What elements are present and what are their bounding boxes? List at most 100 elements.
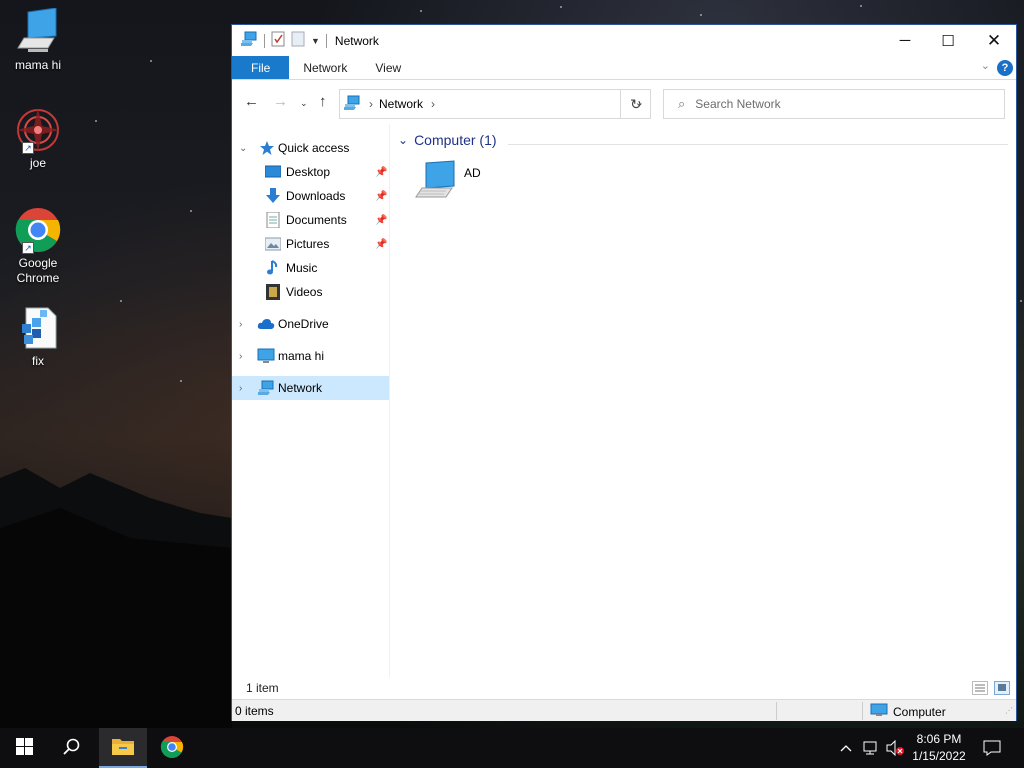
tab-file[interactable]: File xyxy=(232,56,290,79)
status-separator xyxy=(776,702,777,720)
start-button[interactable] xyxy=(0,728,48,768)
sidebar-item-downloads[interactable]: Downloads 📌 xyxy=(232,184,389,208)
desktop-icon-joe[interactable]: ↗ joe xyxy=(6,106,70,171)
network-icon xyxy=(240,31,258,50)
action-center-icon[interactable] xyxy=(978,728,1006,768)
computer-icon xyxy=(870,703,888,720)
pin-icon[interactable]: 📌 xyxy=(375,167,387,178)
film-strip-icon xyxy=(265,284,281,300)
expand-chevron-icon[interactable]: › xyxy=(239,383,242,394)
help-icon[interactable]: ? xyxy=(997,60,1013,76)
details-status-bar: 0 items Computer ⋰ xyxy=(232,699,1016,721)
toolbar-separator xyxy=(264,33,265,48)
search-icon: ⌕ xyxy=(678,96,686,111)
sidebar-item-label: Downloads xyxy=(286,189,346,203)
toolbar-separator xyxy=(325,33,327,48)
desktop-icon-label: joe xyxy=(29,156,46,170)
item-count: 1 item xyxy=(246,681,279,695)
details-view-icon[interactable] xyxy=(972,681,988,695)
desktop-icon-mama-hi[interactable]: mama hi xyxy=(6,7,70,73)
expand-ribbon-chevron-icon[interactable]: ⌄ xyxy=(981,59,990,72)
sidebar-item-label: Music xyxy=(286,261,318,275)
sidebar-item-label: Desktop xyxy=(286,165,331,179)
search-input[interactable] xyxy=(695,97,976,111)
network-icon xyxy=(257,380,274,396)
desktop-icon-label: fix xyxy=(32,354,44,368)
quick-access-toolbar: ▼ xyxy=(232,31,327,50)
up-arrow-icon[interactable]: ↑ xyxy=(319,93,327,110)
group-header[interactable]: ⌄ Computer (1) xyxy=(398,132,497,148)
resize-grip-icon[interactable]: ⋰ xyxy=(1005,706,1013,715)
refresh-button[interactable]: ↻ xyxy=(620,89,651,119)
properties-icon[interactable] xyxy=(271,31,285,50)
volume-muted-icon[interactable] xyxy=(884,728,906,768)
network-tray-icon[interactable] xyxy=(860,728,882,768)
breadcrumb-network[interactable]: Network xyxy=(379,97,423,111)
taskbar: 8:06 PM 1/15/2022 xyxy=(0,728,1024,768)
computer-icon xyxy=(14,7,62,56)
clock-time: 8:06 PM xyxy=(916,732,962,746)
taskbar-chrome[interactable] xyxy=(148,728,196,768)
sidebar-item-videos[interactable]: Videos xyxy=(232,280,389,304)
address-bar[interactable]: › Network › ⌄ xyxy=(339,89,651,119)
group-header-label: Computer (1) xyxy=(414,132,497,148)
status-separator xyxy=(862,702,863,720)
tab-network[interactable]: Network xyxy=(289,56,361,79)
back-arrow-icon[interactable]: ← xyxy=(244,93,259,110)
sidebar-item-music[interactable]: Music xyxy=(232,256,389,280)
new-folder-icon[interactable] xyxy=(291,31,305,50)
collapse-chevron-icon[interactable]: ⌄ xyxy=(239,143,247,154)
sidebar-item-this-pc[interactable]: › mama hi xyxy=(232,344,389,368)
sidebar-item-documents[interactable]: Documents 📌 xyxy=(232,208,389,232)
shortcut-arrow-icon: ↗ xyxy=(22,142,34,154)
cloud-icon xyxy=(257,316,275,332)
clock[interactable]: 8:06 PM 1/15/2022 xyxy=(906,731,972,765)
recent-locations-chevron-icon[interactable]: ⌄ xyxy=(300,98,308,109)
pin-icon[interactable]: 📌 xyxy=(375,215,387,226)
sidebar-item-label: Network xyxy=(278,381,323,395)
tab-view[interactable]: View xyxy=(361,56,415,79)
expand-chevron-icon[interactable]: › xyxy=(239,351,242,362)
computer-icon xyxy=(257,348,275,364)
sidebar-item-network[interactable]: › Network xyxy=(232,376,389,400)
desktop-icon-label: mama hi xyxy=(14,58,61,72)
sidebar-item-desktop[interactable]: Desktop 📌 xyxy=(232,160,389,184)
zone-label: Computer xyxy=(893,704,946,719)
search-button[interactable] xyxy=(48,728,96,768)
ribbon-tabs: File Network View ⌄ ? xyxy=(232,56,1016,80)
title-bar[interactable]: ▼ Network ─ ☐ ✕ xyxy=(232,25,1016,56)
pin-icon[interactable]: 📌 xyxy=(375,239,387,250)
sidebar-item-pictures[interactable]: Pictures 📌 xyxy=(232,232,389,256)
show-hidden-icons-chevron-icon[interactable] xyxy=(836,728,856,768)
sidebar-item-onedrive[interactable]: › OneDrive xyxy=(232,312,389,336)
taskbar-file-explorer[interactable] xyxy=(99,728,147,768)
customize-toolbar-dropdown-icon[interactable]: ▼ xyxy=(311,36,320,46)
desktop-icon-google-chrome[interactable]: ↗ Google Chrome xyxy=(6,206,70,286)
expand-chevron-icon[interactable]: › xyxy=(239,319,242,330)
file-item-ad[interactable]: AD xyxy=(412,160,502,210)
close-button[interactable]: ✕ xyxy=(971,25,1017,56)
status-bar: 1 item xyxy=(232,677,1016,699)
folder-icon xyxy=(111,736,135,759)
search-box[interactable]: ⌕ xyxy=(663,89,1005,119)
group-divider xyxy=(508,144,1008,145)
chrome-icon xyxy=(160,735,184,762)
navigation-bar: ← → ⌄ ↑ › Network › ⌄ ↻ ⌕ xyxy=(232,80,1016,124)
download-arrow-icon xyxy=(265,188,281,204)
sidebar-item-quick-access[interactable]: ⌄ Quick access xyxy=(232,136,389,160)
desktop-icon-fix[interactable]: fix xyxy=(6,304,70,369)
minimize-button[interactable]: ─ xyxy=(882,25,928,56)
pin-icon[interactable]: 📌 xyxy=(375,191,387,202)
shortcut-arrow-icon: ↗ xyxy=(22,242,34,254)
file-list-area[interactable]: ⌄ Computer (1) AD xyxy=(390,124,1016,677)
file-explorer-window: ▼ Network ─ ☐ ✕ File Network View ⌄ ? ← … xyxy=(231,24,1017,721)
registry-file-icon xyxy=(14,304,62,352)
zone-indicator: Computer xyxy=(870,703,946,720)
breadcrumb-chevron-icon[interactable]: › xyxy=(369,97,373,111)
forward-arrow-icon[interactable]: → xyxy=(273,93,288,110)
sidebar-item-label: Videos xyxy=(286,285,323,299)
maximize-button[interactable]: ☐ xyxy=(925,25,971,56)
large-icons-view-icon[interactable] xyxy=(994,681,1010,695)
file-item-label: AD xyxy=(464,166,481,180)
breadcrumb-chevron-icon[interactable]: › xyxy=(431,97,435,111)
